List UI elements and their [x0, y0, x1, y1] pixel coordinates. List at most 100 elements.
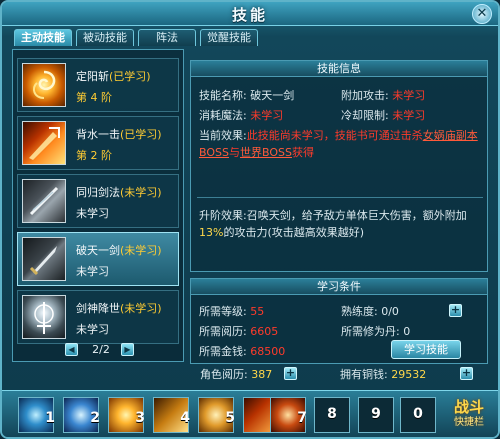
- tab-formation[interactable]: 阵法: [138, 29, 196, 46]
- skill-window: 技能 ✕ 主动技能 被动技能 阵法 觉醒技能 定阳斩(已学习) 第 4 阶 背水…: [0, 0, 500, 439]
- plus-icon: +: [450, 303, 461, 316]
- slot-number: 0: [413, 406, 423, 422]
- skill-item[interactable]: 定阳斩(已学习) 第 4 阶: [17, 58, 179, 112]
- hotbar-slot[interactable]: 4: [153, 397, 190, 433]
- fight-title: 战斗: [453, 398, 484, 416]
- learn-conditions-header: 学习条件: [191, 279, 487, 295]
- proficiency-value: 0/0: [381, 305, 399, 318]
- slot-number: 5: [225, 410, 235, 426]
- skill-level: 未学习: [76, 265, 109, 278]
- skill-status: (未学习): [120, 186, 162, 199]
- effect-text-1: 此技能尚未学习，技能书可通过击杀: [246, 129, 423, 142]
- upgrade-percent: 13%: [199, 226, 224, 239]
- skill-name: 定阳斩: [76, 70, 109, 83]
- cooldown-value: 未学习: [392, 109, 426, 122]
- skill-info-panel: 技能信息 技能名称: 破天一剑 附加攻击: 未学习 消耗魔法: 未学习 冷却限制…: [190, 60, 488, 272]
- hotbar-slot[interactable]: 1: [18, 397, 55, 433]
- fire-strike-icon: [22, 121, 66, 165]
- fight-subtitle: 快捷栏: [454, 417, 484, 428]
- close-icon: ✕: [476, 6, 488, 21]
- upgrade-effect-label: 升阶效果:: [199, 209, 247, 222]
- combat-hotbar: 1 2 3 4 5 6 7 8 9 0 战斗 快捷栏: [2, 390, 498, 437]
- next-page-button[interactable]: ▶: [121, 343, 134, 356]
- chevron-left-icon: ◀: [68, 345, 75, 354]
- slot-number: 7: [297, 410, 307, 426]
- mana-cost-value: 未学习: [250, 109, 284, 122]
- sword-god-icon: [22, 295, 66, 339]
- skill-list: 定阳斩(已学习) 第 4 阶 背水一击(已学习) 第 2 阶 同归剑法(未学习)…: [12, 49, 184, 362]
- learn-conditions-panel: 学习条件 所需等级: 55 熟练度: 0/0 + 所需阅历: 6605 所需修为…: [190, 278, 488, 364]
- skill-name-value: 破天一剑: [250, 89, 295, 102]
- skill-status: (未学习): [120, 302, 162, 315]
- tab-active-skills[interactable]: 主动技能: [14, 29, 72, 46]
- upgrade-text-2: 的攻击力(攻击越高效果越好): [223, 226, 365, 239]
- tab-passive-skills[interactable]: 被动技能: [76, 29, 134, 46]
- char-exp-label: 角色阅历:: [200, 368, 248, 381]
- golden-swirl-icon: [22, 63, 66, 107]
- tab-awakening-skills[interactable]: 觉醒技能: [200, 29, 258, 46]
- skill-info-header: 技能信息: [191, 61, 487, 77]
- skill-level: 第 4 阶: [76, 91, 112, 104]
- skill-name: 剑神降世: [76, 302, 120, 315]
- current-effect-label: 当前效果:: [199, 129, 247, 142]
- divider: [197, 197, 483, 198]
- req-exp-value: 6605: [250, 325, 279, 338]
- hotbar-slot[interactable]: 3: [108, 397, 145, 433]
- req-gold-label: 所需金钱:: [199, 345, 247, 358]
- req-pill-value: 0: [403, 325, 411, 338]
- window-title: 技能: [231, 6, 268, 24]
- proficiency-plus-button[interactable]: +: [449, 304, 462, 317]
- req-level-label: 所需等级:: [199, 305, 247, 318]
- learn-skill-button[interactable]: 学习技能: [391, 340, 461, 359]
- hotbar-slot-empty[interactable]: 9: [358, 397, 394, 433]
- req-gold-value: 68500: [250, 345, 286, 358]
- skill-item-selected[interactable]: 破天一剑(未学习) 未学习: [17, 232, 179, 286]
- slot-number: 9: [371, 406, 381, 422]
- prev-page-button[interactable]: ◀: [65, 343, 78, 356]
- cooldown-label: 冷却限制:: [341, 109, 389, 122]
- sword-slash-icon: [22, 179, 66, 223]
- slot-number: 4: [180, 410, 190, 426]
- copper-value: 29532: [391, 368, 427, 381]
- hotbar-slot-empty[interactable]: 0: [400, 397, 436, 433]
- combat-hotbar-label[interactable]: 战斗 快捷栏: [446, 399, 492, 431]
- skill-name: 同归剑法: [76, 186, 120, 199]
- close-button[interactable]: ✕: [472, 4, 492, 24]
- proficiency-label: 熟练度:: [341, 305, 378, 318]
- skill-item[interactable]: 背水一击(已学习) 第 2 阶: [17, 116, 179, 170]
- plus-icon: +: [461, 366, 472, 379]
- copper-label: 拥有铜钱:: [340, 368, 388, 381]
- char-exp-plus-button[interactable]: +: [284, 367, 297, 380]
- page-indicator: 2/2: [92, 343, 110, 356]
- skill-level: 未学习: [76, 207, 109, 220]
- title-bar[interactable]: 技能 ✕: [2, 2, 498, 26]
- hotbar-slot[interactable]: 7: [270, 397, 307, 433]
- copper-plus-button[interactable]: +: [460, 367, 473, 380]
- slot-number: 2: [90, 410, 100, 426]
- sword-icon: [22, 237, 66, 281]
- plus-icon: +: [285, 366, 296, 379]
- slot-number: 3: [135, 410, 145, 426]
- effect-text-3: 获得: [291, 146, 314, 159]
- skill-name: 破天一剑: [76, 244, 120, 257]
- mana-cost-label: 消耗魔法:: [199, 109, 247, 122]
- chevron-right-icon: ▶: [124, 345, 131, 354]
- current-effect: 当前效果:此技能尚未学习，技能书可通过击杀女娲庙副本BOSS与世界BOSS获得: [199, 127, 483, 161]
- skill-name: 背水一击: [76, 128, 120, 141]
- hotbar-slot-empty[interactable]: 8: [314, 397, 350, 433]
- skill-item[interactable]: 同归剑法(未学习) 未学习: [17, 174, 179, 228]
- skill-level: 第 2 阶: [76, 149, 112, 162]
- hotbar-slot[interactable]: 2: [63, 397, 100, 433]
- world-boss-link[interactable]: 世界BOSS: [240, 146, 292, 159]
- attack-value: 未学习: [392, 89, 426, 102]
- skill-status: (已学习): [109, 70, 151, 83]
- effect-text-2: 与: [228, 146, 240, 159]
- hotbar-slot[interactable]: 5: [198, 397, 235, 433]
- pager: ◀ 2/2 ▶: [65, 342, 135, 358]
- skill-name-label: 技能名称:: [199, 89, 247, 102]
- slot-number: 8: [327, 406, 337, 422]
- char-exp-value: 387: [251, 368, 273, 381]
- upgrade-text-1: 召唤天剑，给予敌方单体巨大伤害，额外附加: [246, 209, 467, 222]
- skill-item[interactable]: 剑神降世(未学习) 未学习: [17, 290, 179, 344]
- slot-number: 1: [45, 410, 55, 426]
